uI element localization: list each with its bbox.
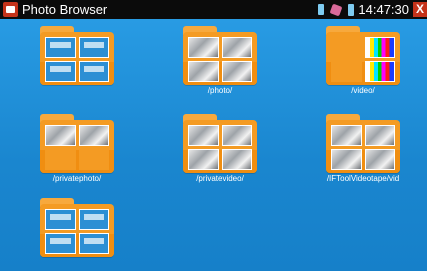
folder-label: /privatephoto/: [52, 174, 102, 183]
thumbnail: [364, 37, 395, 58]
thumbnail: [78, 149, 109, 170]
thumbnail: [188, 37, 219, 58]
folder-thumbnails: [188, 125, 252, 170]
folder-privatevideo[interactable]: /privatevideo/: [183, 114, 257, 186]
thumbnail: [78, 209, 109, 230]
folder-thumbnails: [45, 209, 109, 254]
folder-label: /IFToolVideotape/vid: [326, 174, 400, 183]
folder-label: /privatevideo/: [196, 174, 244, 183]
thumbnail: [78, 233, 109, 254]
folder-root[interactable]: [40, 26, 114, 98]
clock: 14:47:30: [358, 2, 409, 17]
thumbnail: [221, 125, 252, 146]
thumbnail: [45, 37, 76, 58]
folder-privatephoto[interactable]: /privatephoto/: [40, 114, 114, 186]
thumbnail: [45, 233, 76, 254]
thumbnail: [364, 61, 395, 82]
thumbnail: [45, 125, 76, 146]
close-icon[interactable]: X: [413, 2, 427, 17]
folder-thumbnails: [45, 37, 109, 82]
thumbnail: [331, 37, 362, 58]
thumbnail: [221, 61, 252, 82]
status-area: 14:47:30 X: [318, 0, 427, 19]
folder-photo[interactable]: /photo/: [183, 26, 257, 98]
photo-app-icon: [3, 2, 18, 17]
folder-thumbnails: [45, 125, 109, 170]
thumbnail: [78, 37, 109, 58]
folder-iftoolvideotape[interactable]: /IFToolVideotape/vid: [326, 114, 400, 186]
thumbnail: [45, 61, 76, 82]
folder-video[interactable]: /video/: [326, 26, 400, 98]
thumbnail: [221, 149, 252, 170]
thumbnail: [364, 125, 395, 146]
folder-thumbnails: [331, 37, 395, 82]
folder-thumbnails: [188, 37, 252, 82]
thumbnail: [78, 125, 109, 146]
thumbnail: [45, 149, 76, 170]
folder-thumbnails: [331, 125, 395, 170]
photo-browser-window: Photo Browser 14:47:30 X /photo/ /video/…: [0, 0, 427, 271]
thumbnail: [188, 149, 219, 170]
thumbnail: [188, 61, 219, 82]
folder-label: /video/: [351, 86, 375, 95]
folder-label: /photo/: [207, 86, 233, 95]
thumbnail: [221, 37, 252, 58]
thumbnail: [188, 125, 219, 146]
thumbnail: [364, 149, 395, 170]
usb-icon: [329, 3, 343, 16]
folder-unnamed[interactable]: [40, 198, 114, 270]
title-bar: Photo Browser 14:47:30 X: [0, 0, 427, 19]
app-title: Photo Browser: [22, 2, 108, 17]
thumbnail: [45, 209, 76, 230]
thumbnail: [331, 125, 362, 146]
thumbnail: [331, 61, 362, 82]
thumbnail: [78, 61, 109, 82]
sim-card-icon: [318, 4, 325, 15]
battery-icon: [348, 3, 355, 16]
thumbnail: [331, 149, 362, 170]
